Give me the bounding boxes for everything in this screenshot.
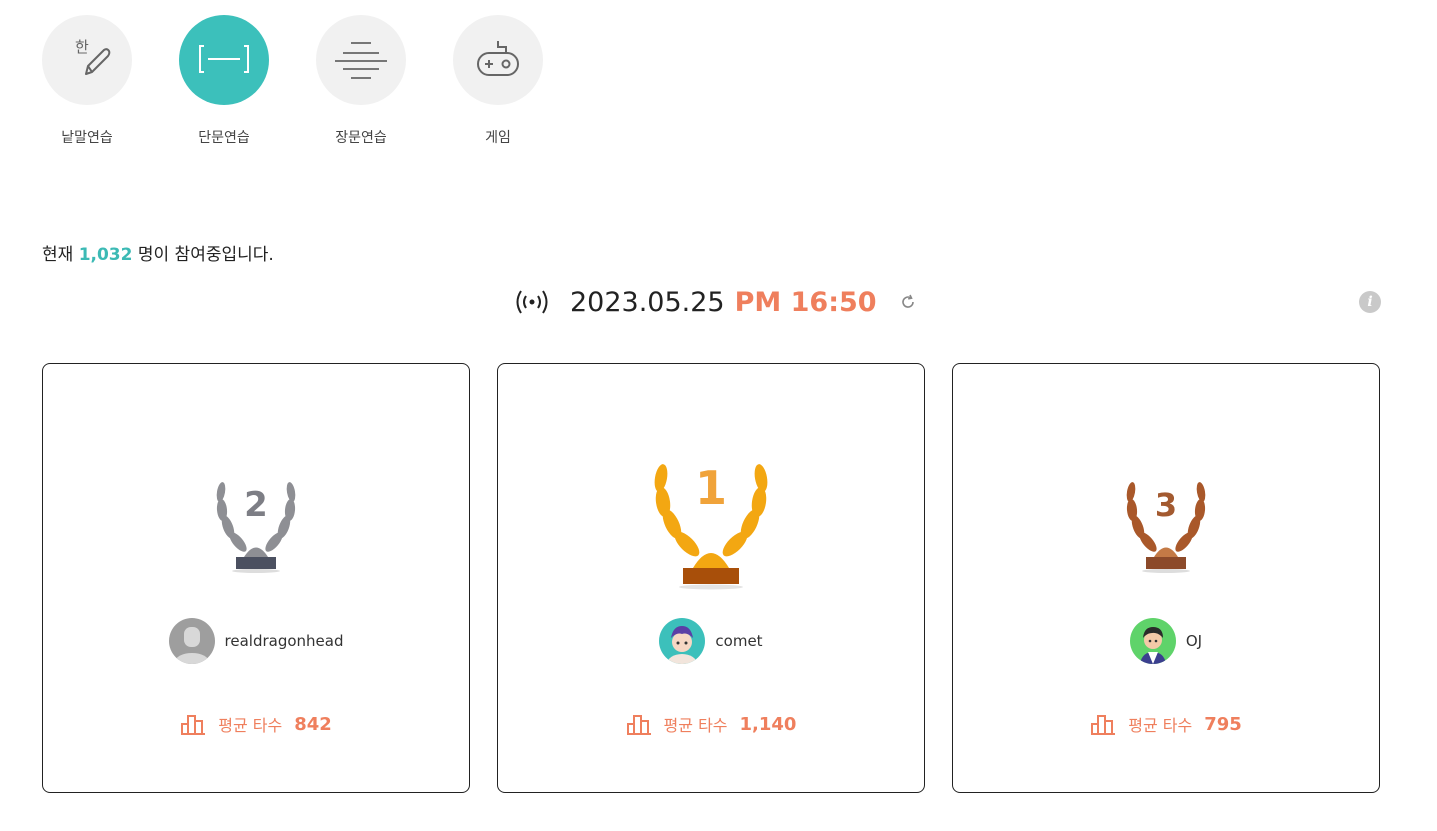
ranking-timebar: 2023.05.25 PM 16:50 i <box>0 282 1437 322</box>
ranking-user: realdragonhead <box>43 618 469 664</box>
hangul-pencil-icon: 한 <box>75 38 111 75</box>
score-label: 평균 타수 <box>1128 716 1193 735</box>
participants-suffix: 명이 참여중입니다. <box>137 245 274 265</box>
avatar <box>1129 618 1176 664</box>
ranking-card-third[interactable]: 3 OJ 평균 타수 795 <box>952 363 1380 793</box>
score-label: 평균 타수 <box>663 716 728 735</box>
average-speed: 평균 타수 842 <box>43 712 469 736</box>
avatar <box>659 618 706 664</box>
mode-label: 게임 <box>485 130 511 146</box>
refresh-icon <box>901 294 914 308</box>
long-text-icon <box>335 42 387 79</box>
mode-word-practice[interactable]: 한 낱말연습 <box>42 15 132 147</box>
score-label: 평균 타수 <box>218 716 283 735</box>
participants-count: 1,032 <box>78 245 133 265</box>
average-speed: 평균 타수 1,140 <box>498 712 924 736</box>
ranking-card-second[interactable]: 2 realdragonhead 평균 타수 842 <box>42 363 470 793</box>
silver-trophy-icon: 2 <box>43 472 469 577</box>
score-value: 1,140 <box>739 713 797 735</box>
refresh-button[interactable] <box>897 291 919 313</box>
gamepad-icon <box>477 41 519 76</box>
gold-trophy-icon: 1 <box>498 448 924 590</box>
ranking-user: comet <box>498 618 924 664</box>
score-value: 795 <box>1204 713 1242 735</box>
bar-chart-icon <box>181 715 206 735</box>
ranking-user: OJ <box>953 618 1379 664</box>
avatar <box>168 618 215 664</box>
username: comet <box>715 632 763 650</box>
mode-label: 단문연습 <box>198 130 250 146</box>
mode-long-practice[interactable]: 장문연습 <box>316 15 406 147</box>
username: OJ <box>1185 632 1203 650</box>
info-icon[interactable]: i <box>1359 291 1381 313</box>
short-text-icon <box>199 45 249 73</box>
bar-chart-icon <box>626 715 651 735</box>
participants-prefix: 현재 <box>42 245 74 265</box>
practice-mode-selector: 한 낱말연습 단문연습 장문연습 게임 <box>42 15 590 147</box>
average-speed: 평균 타수 795 <box>953 712 1379 736</box>
ranking-time: PM 16:50 <box>734 286 877 318</box>
svg-text:한: 한 <box>75 38 89 56</box>
ranking-date: 2023.05.25 <box>570 286 725 318</box>
svg-text:3: 3 <box>1155 486 1177 524</box>
svg-text:1: 1 <box>695 461 727 515</box>
live-broadcast-icon <box>516 290 548 314</box>
svg-text:2: 2 <box>244 485 268 525</box>
ranking-card-first[interactable]: 1 comet 평균 타수 1,140 <box>497 363 925 793</box>
bar-chart-icon <box>1091 715 1116 735</box>
mode-circle: 한 <box>42 15 132 105</box>
mode-label: 장문연습 <box>335 130 387 146</box>
username: realdragonhead <box>224 632 344 650</box>
participants-status: 현재 1,032 명이 참여중입니다. <box>42 240 274 265</box>
mode-label: 낱말연습 <box>61 130 113 146</box>
mode-circle <box>179 15 269 105</box>
mode-circle <box>316 15 406 105</box>
score-value: 842 <box>294 713 332 735</box>
mode-circle <box>453 15 543 105</box>
mode-short-practice[interactable]: 단문연습 <box>179 15 269 147</box>
bronze-trophy-icon: 3 <box>953 472 1379 577</box>
mode-game[interactable]: 게임 <box>453 15 543 147</box>
ranking-cards: 2 realdragonhead 평균 타수 842 1 comet 평균 타수… <box>42 363 1407 793</box>
